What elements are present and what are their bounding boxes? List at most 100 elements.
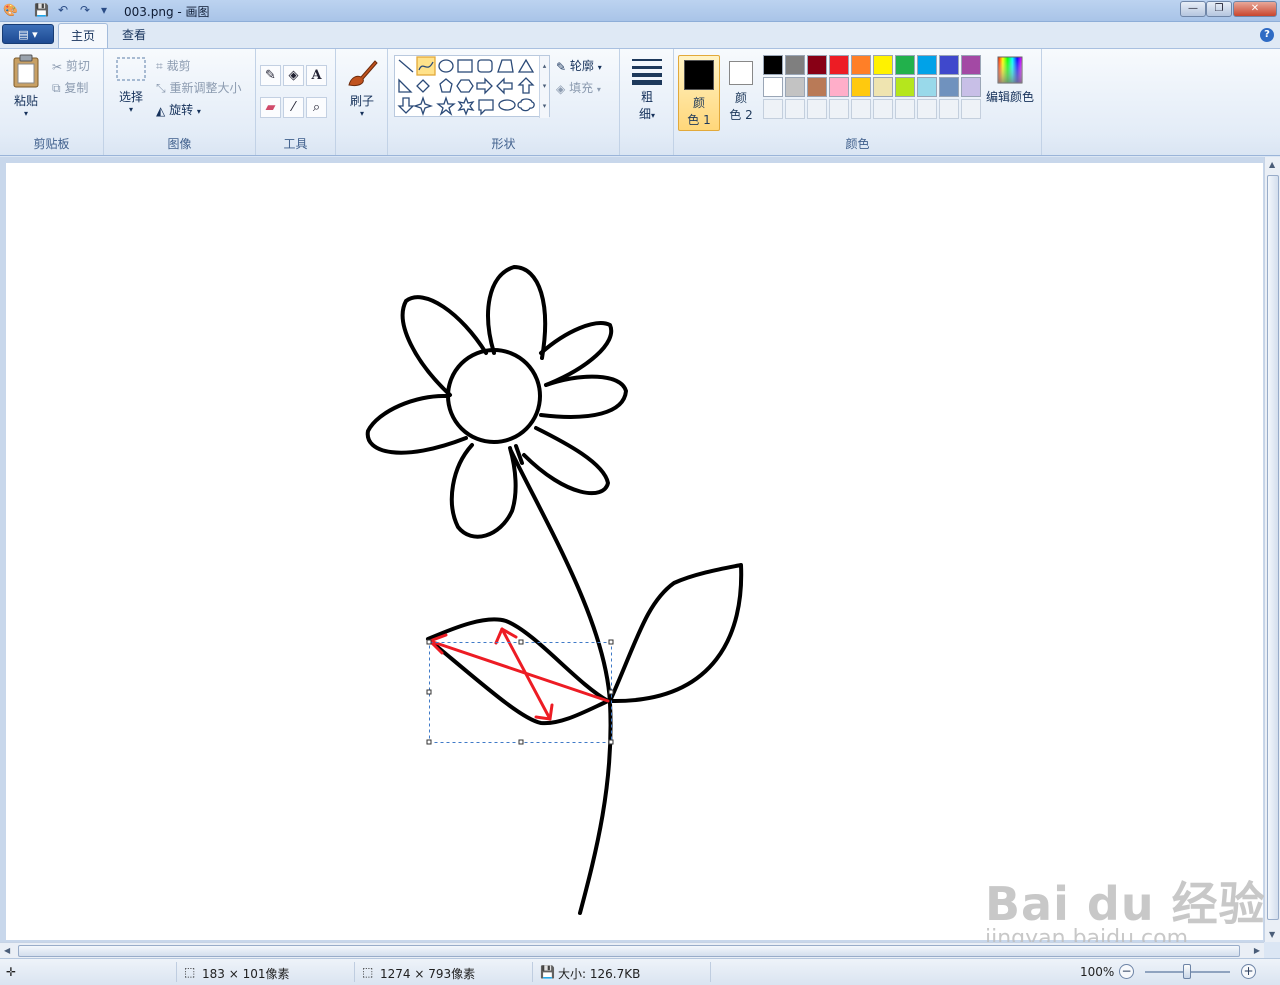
flower-drawing [365, 265, 744, 915]
crop-button[interactable]: ⌗ 裁剪 [156, 57, 191, 74]
palette-swatch[interactable] [917, 77, 937, 97]
palette-custom-slot[interactable] [763, 99, 783, 119]
copy-button[interactable]: ⧉ 复制 [52, 79, 88, 96]
quick-access-dropdown-icon[interactable]: ▾ [97, 3, 111, 17]
palette-swatch[interactable] [807, 77, 827, 97]
fill-button[interactable]: ◈ 填充 ▾ [556, 79, 601, 96]
pencil-icon[interactable]: ✎ [260, 65, 281, 86]
color1-button[interactable]: 颜 色 1 [678, 55, 720, 131]
rotate-button[interactable]: ◭ 旋转 ▾ [156, 101, 201, 118]
palette-custom-slot[interactable] [939, 99, 959, 119]
copy-icon: ⧉ [52, 81, 61, 95]
scroll-right-icon[interactable]: ▶ [1254, 946, 1260, 955]
drawing-canvas[interactable] [6, 163, 1263, 940]
palette-swatch[interactable] [785, 77, 805, 97]
palette-custom-slot[interactable] [895, 99, 915, 119]
palette-swatch[interactable] [873, 55, 893, 75]
paint-app-icon[interactable]: 🎨 [3, 3, 18, 17]
palette-custom-slot[interactable] [829, 99, 849, 119]
horizontal-scrollbar[interactable]: ◀ ▶ [0, 942, 1264, 958]
zoom-in-button[interactable]: + [1241, 964, 1256, 979]
status-divider [176, 962, 177, 982]
palette-swatch[interactable] [961, 55, 981, 75]
palette-swatch[interactable] [829, 55, 849, 75]
paste-button[interactable]: 粘贴 ▾ [6, 53, 46, 118]
work-area [0, 157, 1264, 942]
edit-colors-button[interactable]: 编辑颜色 [982, 55, 1038, 105]
petal-right [539, 374, 628, 419]
brushes-dropdown-icon[interactable]: ▾ [340, 109, 384, 118]
resize-label: 重新调整大小 [169, 81, 242, 95]
palette-custom-slot[interactable] [851, 99, 871, 119]
app-menu-button[interactable]: ▤ ▾ [2, 24, 54, 44]
palette-custom-slot[interactable] [961, 99, 981, 119]
palette-swatch[interactable] [873, 77, 893, 97]
crop-label: 裁剪 [166, 59, 191, 73]
redo-icon[interactable]: ↷ [78, 3, 92, 17]
paste-dropdown-icon[interactable]: ▾ [6, 109, 46, 118]
ribbon-tab-row: ▤ ▾ 主页 查看 ? [0, 22, 1280, 48]
color-picker-icon[interactable]: ⁄ [283, 97, 304, 118]
image-size: 1274 × 793像素 [380, 967, 476, 981]
palette-swatch[interactable] [851, 55, 871, 75]
resize-button[interactable]: ⤡ 重新调整大小 [156, 79, 241, 96]
save-icon[interactable]: 💾 [34, 3, 49, 17]
zoom-slider-thumb[interactable] [1183, 964, 1191, 979]
palette-swatch[interactable] [763, 77, 783, 97]
brushes-label: 刷子 [349, 94, 374, 108]
zoom-out-button[interactable]: − [1119, 964, 1134, 979]
palette-custom-slot[interactable] [785, 99, 805, 119]
palette-swatch[interactable] [895, 77, 915, 97]
palette-swatch[interactable] [917, 55, 937, 75]
minimize-button[interactable]: — [1180, 1, 1206, 17]
palette-swatch[interactable] [829, 77, 849, 97]
maximize-button[interactable]: ❐ [1206, 1, 1232, 17]
palette-swatch[interactable] [939, 55, 959, 75]
tab-home[interactable]: 主页 [58, 23, 109, 48]
palette-swatch[interactable] [807, 55, 827, 75]
petal-lower-left [449, 443, 518, 539]
cut-button[interactable]: ✂ 剪切 [52, 57, 90, 74]
flower-center [446, 348, 542, 444]
shapes-scroll[interactable]: ▴ ▾ ▾ [539, 56, 549, 118]
undo-icon[interactable]: ↶ [56, 3, 70, 17]
palette-swatch[interactable] [895, 55, 915, 75]
palette-custom-slot[interactable] [917, 99, 937, 119]
scroll-down-icon[interactable]: ▼ [1269, 930, 1275, 939]
image-group: 选择 ▾ ⌗ 裁剪 ⤡ 重新调整大小 ◭ 旋转 ▾ 图像 [104, 49, 256, 155]
palette-swatch[interactable] [851, 77, 871, 97]
palette-swatch[interactable] [939, 77, 959, 97]
petal-lower-right [522, 426, 610, 496]
size-group: 粗 细▾ [620, 49, 674, 155]
color2-button[interactable]: 颜 色 2 [722, 55, 760, 131]
help-icon[interactable]: ? [1260, 28, 1274, 42]
brushes-button[interactable]: 刷子 ▾ [340, 55, 384, 118]
selection-size-icon: ⬚ [184, 965, 196, 979]
vertical-scrollbar[interactable]: ▲ ▼ [1264, 157, 1280, 942]
scroll-up-icon[interactable]: ▲ [1269, 160, 1275, 169]
palette-swatch[interactable] [961, 77, 981, 97]
palette-swatch[interactable] [785, 55, 805, 75]
scroll-left-icon[interactable]: ◀ [4, 946, 10, 955]
rotate-dropdown-icon: ▾ [196, 107, 201, 116]
horizontal-scroll-thumb[interactable] [18, 945, 1240, 957]
palette-swatch[interactable] [763, 55, 783, 75]
vertical-scroll-thumb[interactable] [1267, 175, 1279, 920]
status-divider [710, 962, 711, 982]
text-tool-icon[interactable]: A [306, 65, 327, 86]
select-button[interactable]: 选择 ▾ [110, 55, 152, 114]
close-button[interactable]: ✕ [1233, 1, 1277, 17]
select-dropdown-icon[interactable]: ▾ [110, 105, 152, 114]
red-arrow-long [428, 639, 610, 703]
size-button[interactable]: 粗 细▾ [626, 57, 668, 122]
eraser-icon[interactable]: ▰ [260, 97, 281, 118]
file-size-icon: 💾 [540, 965, 555, 979]
outline-button[interactable]: ✎ 轮廓 ▾ [556, 57, 602, 74]
palette-custom-slot[interactable] [873, 99, 893, 119]
magnifier-icon[interactable]: ⌕ [306, 97, 327, 118]
petal-top [486, 265, 548, 360]
status-bar: ✛ ⬚ 183 × 101像素 ⬚ 1274 × 793像素 💾 大小: 126… [0, 958, 1280, 985]
tab-view[interactable]: 查看 [110, 23, 158, 48]
palette-custom-slot[interactable] [807, 99, 827, 119]
fill-bucket-icon[interactable]: ◈ [283, 65, 304, 86]
